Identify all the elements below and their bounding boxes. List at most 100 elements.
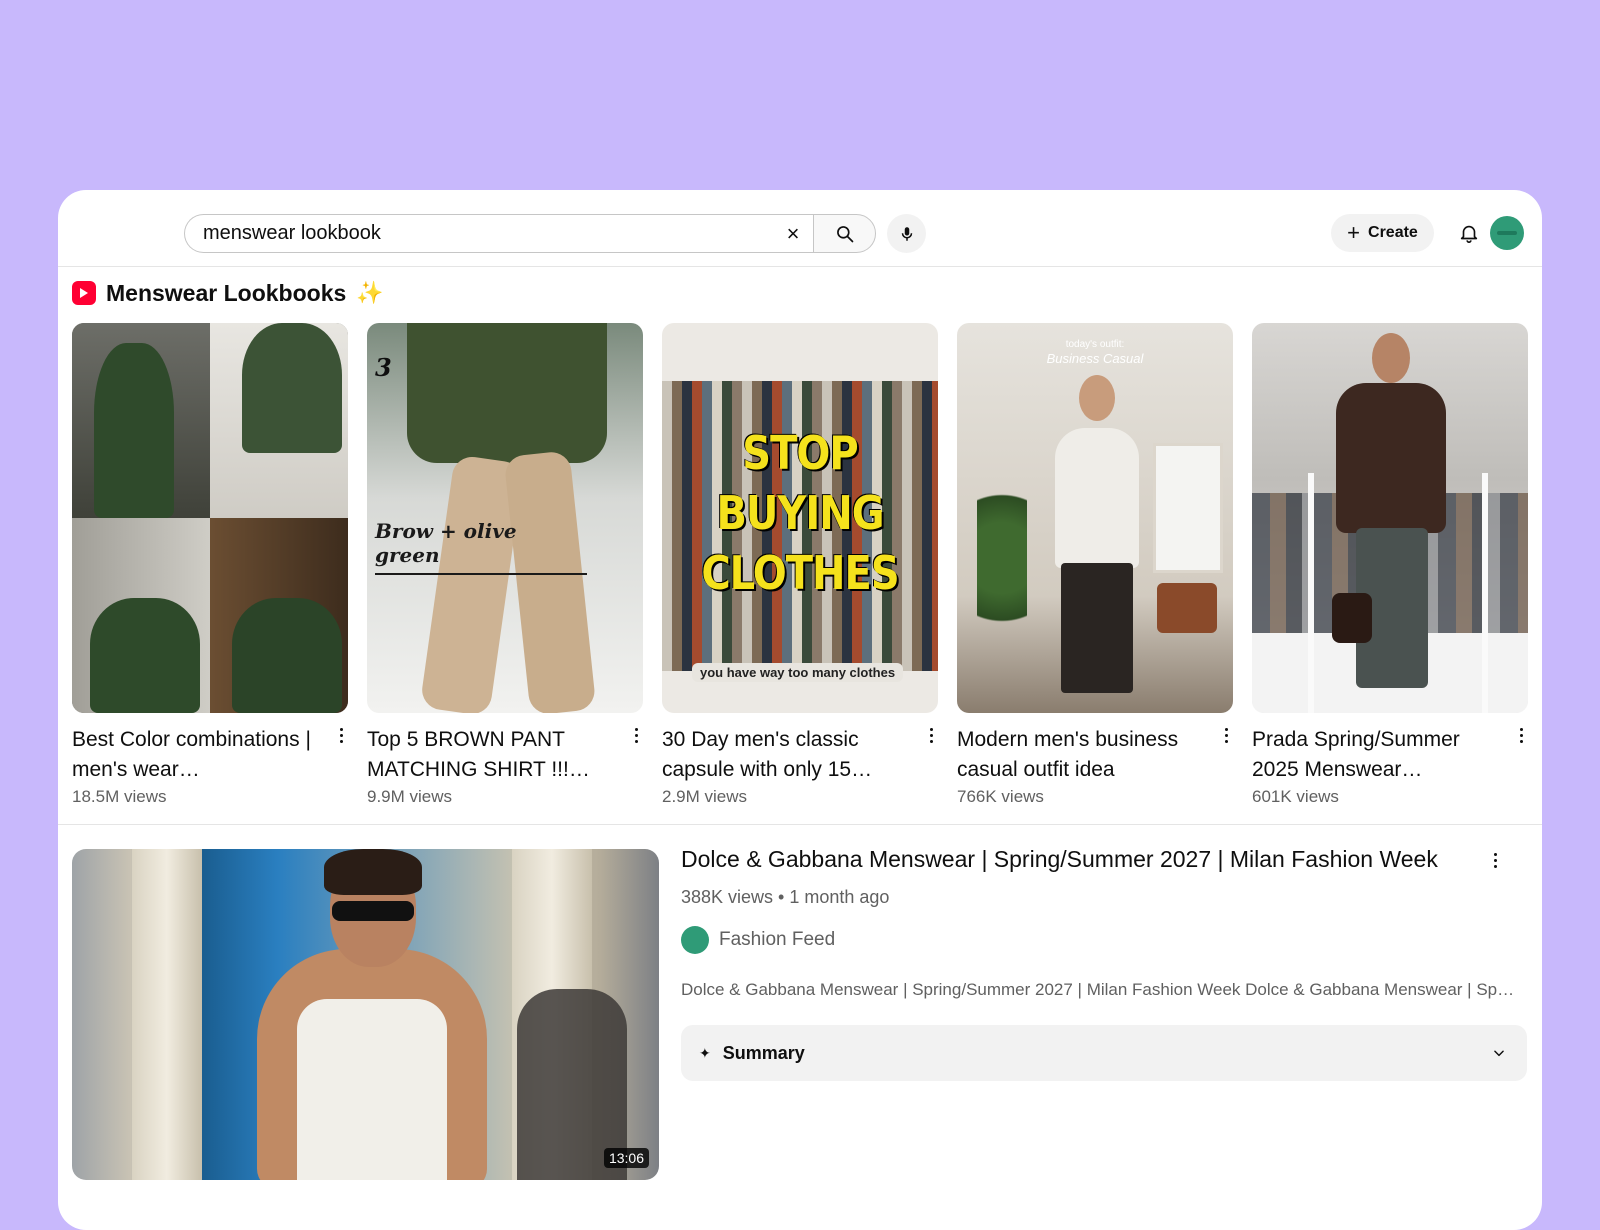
dot (339, 739, 343, 743)
chevron-down-icon (1489, 1043, 1509, 1063)
short-card[interactable]: Best Color combinations | men's wear… 18… (72, 323, 348, 807)
thumbnail-overlay-text: STOP (742, 427, 858, 481)
thumbnail-column (132, 849, 202, 1180)
sparkle-icon: ✦ (699, 1044, 711, 1061)
thumbnail-plant (977, 473, 1027, 643)
create-button[interactable]: + Create (1331, 214, 1434, 252)
close-icon: × (786, 220, 800, 246)
thumbnail-rail (1482, 473, 1488, 713)
channel-link[interactable]: Fashion Feed (681, 926, 835, 954)
dot (1519, 727, 1523, 731)
dot (1224, 739, 1228, 743)
video-description: Dolce & Gabbana Menswear | Spring/Summer… (681, 980, 1518, 999)
model-pants (1061, 563, 1133, 693)
short-thumbnail[interactable]: 3 Brow + olive green (367, 323, 643, 713)
plus-icon: + (1347, 220, 1361, 245)
avatar-logo (1497, 231, 1517, 235)
short-title[interactable]: Modern men's business casual outfit idea (957, 725, 1207, 785)
more-options-button[interactable] (1219, 723, 1233, 747)
voice-search-button[interactable] (887, 214, 926, 253)
short-title[interactable]: Top 5 BROWN PANT MATCHING SHIRT !!!… (367, 725, 617, 785)
video-thumbnail[interactable]: 13:06 (72, 849, 659, 1180)
channel-name[interactable]: Fashion Feed (719, 929, 835, 951)
thumbnail-number: 3 (375, 353, 392, 382)
shorts-shelf: Best Color combinations | men's wear… 18… (72, 323, 1528, 813)
video-meta: 388K views • 1 month ago (681, 887, 890, 907)
dot (339, 727, 343, 731)
dot (634, 739, 638, 743)
dot (1519, 739, 1523, 743)
more-options-button[interactable] (924, 723, 938, 747)
short-views: 18.5M views (72, 787, 167, 806)
dot (1493, 852, 1497, 856)
short-views: 601K views (1252, 787, 1339, 806)
model-figure (1055, 428, 1139, 568)
section-title-text: Menswear Lookbooks (106, 279, 347, 306)
short-title[interactable]: Best Color combinations | men's wear… (72, 725, 322, 785)
search-input[interactable] (203, 222, 773, 245)
more-options-button[interactable] (629, 723, 643, 747)
model-sunglasses (332, 901, 414, 921)
thumbnail-caption: you have way too many clothes (692, 663, 904, 682)
dot (1224, 733, 1228, 737)
sparkle-icon: ✨ (356, 280, 384, 305)
section-divider (58, 824, 1542, 825)
create-button-label: Create (1368, 224, 1418, 241)
more-options-button[interactable] (334, 723, 348, 747)
thumbnail-overlay-text: Brow + olive green (375, 519, 587, 575)
thumbnail-overlay-text: CLOTHES (701, 547, 899, 601)
account-avatar[interactable] (1490, 216, 1524, 250)
dot (1519, 733, 1523, 737)
short-views: 2.9M views (662, 787, 748, 806)
more-options-button[interactable] (1514, 723, 1528, 747)
summary-expander[interactable]: ✦ Summary (681, 1025, 1527, 1081)
short-title[interactable]: 30 Day men's classic capsule with only 1… (662, 725, 912, 785)
model-jacket (1336, 383, 1446, 533)
bell-icon (1460, 225, 1478, 243)
thumbnail-pants (503, 450, 597, 713)
thumbnail-rail (1308, 473, 1314, 713)
short-views: 9.9M views (367, 787, 453, 806)
model-figure (94, 343, 174, 518)
top-bar: × + Create (58, 190, 1542, 267)
dot (1224, 727, 1228, 731)
short-thumbnail[interactable]: today's outfit: Business Casual (957, 323, 1233, 713)
dot (634, 727, 638, 731)
shorts-section-title: Menswear Lookbooks ✨ (72, 278, 384, 308)
short-card[interactable]: today's outfit: Business Casual Modern m… (957, 323, 1233, 807)
short-card[interactable]: 3 Brow + olive green Top 5 BROWN PANT MA… (367, 323, 643, 807)
microphone-icon (901, 226, 912, 241)
shorts-logo-icon (72, 281, 96, 305)
dot (1493, 864, 1497, 868)
clear-search-button[interactable]: × (773, 215, 813, 253)
model-bag (1332, 593, 1372, 643)
dot (1493, 858, 1497, 862)
notifications-button[interactable] (1452, 216, 1486, 250)
dot (929, 733, 933, 737)
short-views: 766K views (957, 787, 1044, 806)
short-card[interactable]: STOP BUYING CLOTHES you have way too man… (662, 323, 938, 807)
channel-avatar[interactable] (681, 926, 709, 954)
video-title[interactable]: Dolce & Gabbana Menswear | Spring/Summer… (681, 844, 1461, 874)
dot (339, 733, 343, 737)
summary-label: Summary (722, 1042, 805, 1063)
model-head (1372, 333, 1410, 383)
short-thumbnail[interactable] (1252, 323, 1528, 713)
thumbnail-window (1153, 443, 1223, 573)
short-title[interactable]: Prada Spring/Summer 2025 Menswear… (1252, 725, 1502, 785)
video-more-options-button[interactable] (1488, 848, 1502, 872)
search-icon (836, 225, 853, 242)
model-figure (90, 598, 200, 713)
search-button[interactable] (813, 214, 876, 253)
thumbnail-chair (1157, 583, 1217, 633)
model-figure (242, 323, 342, 453)
thumbnail-overlay-small: today's outfit: (1065, 339, 1125, 350)
model-hair (324, 849, 422, 895)
app-window: × + Create (58, 190, 1542, 1230)
model-tank-top (297, 999, 447, 1180)
short-card[interactable]: Prada Spring/Summer 2025 Menswear… 601K … (1252, 323, 1528, 807)
search-box[interactable]: × (184, 214, 813, 253)
short-thumbnail[interactable]: STOP BUYING CLOTHES you have way too man… (662, 323, 938, 713)
short-thumbnail[interactable] (72, 323, 348, 713)
video-duration: 13:06 (603, 1148, 649, 1168)
